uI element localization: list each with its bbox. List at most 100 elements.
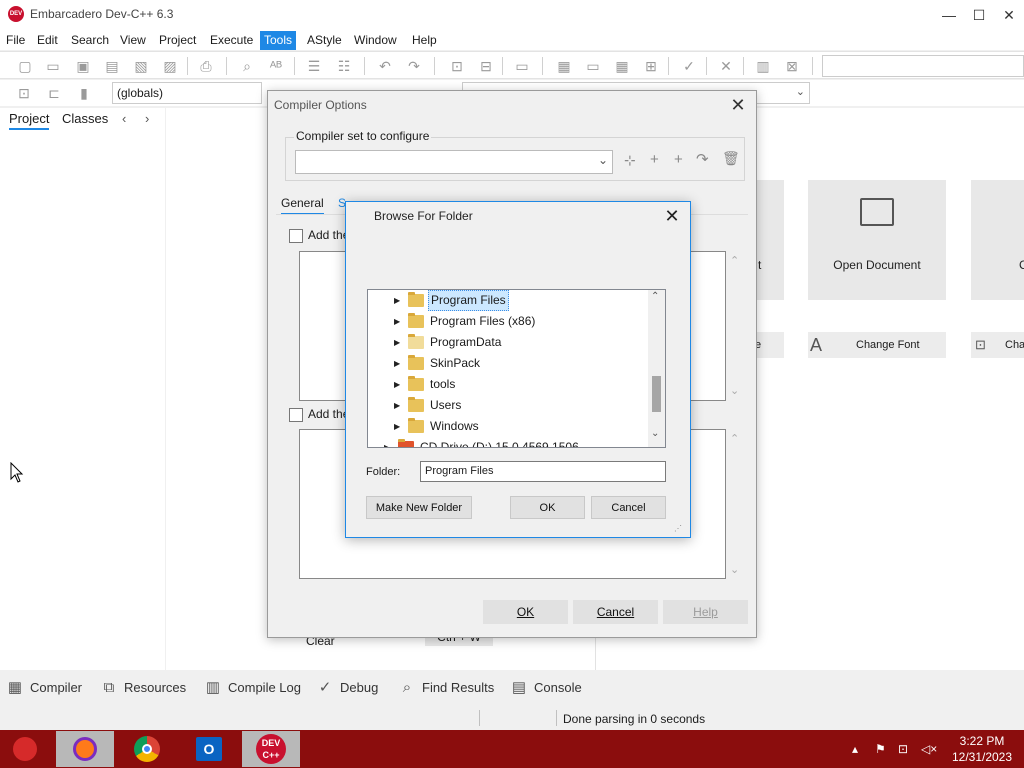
insert-icon[interactable]: ⊡ [15,84,33,102]
print-icon[interactable]: ⎙ [197,57,215,75]
profile-icon[interactable]: ▥ [754,57,772,75]
rebuild-icon[interactable]: ⊞ [642,57,660,75]
remove-project-icon[interactable]: ⊟ [477,57,495,75]
tab-general[interactable]: General [281,196,324,215]
bookmark-icon[interactable]: ⊏ [45,84,63,102]
menu-window[interactable]: Window [350,31,401,50]
maximize-button[interactable]: ☐ [962,0,996,30]
start-button[interactable] [0,731,50,767]
clock[interactable]: 3:22 PM 12/31/2023 [950,733,1014,765]
new-file-icon[interactable]: ▢ [16,57,34,75]
undo-icon[interactable]: ↶ [376,57,394,75]
scroll-down-icon[interactable]: ⌄ [730,563,739,576]
folder-tree[interactable]: ▶ Program Files ▶ Program Files (x86) ▶ … [367,289,666,448]
menu-astyle[interactable]: AStyle [303,31,346,50]
globals-select[interactable]: (globals) [112,82,262,104]
network-icon[interactable]: ⊡ [898,742,908,756]
rename-icon[interactable]: ↷ [696,150,709,168]
chevron-right-icon[interactable]: › [145,111,149,126]
expand-icon[interactable]: ▶ [394,395,400,416]
tree-item[interactable]: ▶ Program Files [368,290,652,311]
devcpp-taskbar-button[interactable]: DEV C++ [242,731,300,767]
tree-item[interactable]: ▶ Users [368,395,652,416]
tab-console[interactable]: ▤ Console [508,678,582,698]
chrome-taskbar-button[interactable] [118,731,176,767]
make-new-folder-button[interactable]: Make New Folder [366,496,472,519]
scrollbar-thumb[interactable] [652,376,661,412]
tree-item[interactable]: ▶ Program Files (x86) [368,311,652,332]
unindent-icon[interactable]: ☷ [335,57,353,75]
find-icon[interactable]: ⌕ [238,57,256,75]
add-icon[interactable]: + [650,151,659,168]
add-folder-icon[interactable]: + [674,151,683,168]
goto-bookmark-icon[interactable]: ▮ [75,84,93,102]
firefox-taskbar-button[interactable] [56,731,114,767]
open-folder-icon[interactable]: ▭ [44,57,62,75]
scroll-up-icon[interactable]: ⌃ [730,254,739,267]
tree-scrollbar[interactable]: ⌃ ⌄ [648,290,665,447]
comment-icon[interactable]: ▭ [513,57,531,75]
compile-run-icon[interactable]: ▦ [613,57,631,75]
compile-icon[interactable]: ▦ [555,57,573,75]
welcome-card-partial[interactable]: t [756,180,784,300]
tree-item[interactable]: ▶ SkinPack [368,353,652,374]
close-button[interactable]: ✕ [992,0,1024,30]
menu-file[interactable]: File [2,31,29,50]
ok-button[interactable]: OK [483,600,568,624]
tab-compiler[interactable]: ▦ Compiler [4,678,82,698]
menu-project[interactable]: Project [155,31,200,50]
cancel-button[interactable]: Cancel [591,496,666,519]
menu-help[interactable]: Help [408,31,441,50]
indent-icon[interactable]: ☰ [305,57,323,75]
flag-icon[interactable]: ⚑ [875,742,886,756]
save-all-icon[interactable]: ▤ [103,57,121,75]
menu-execute[interactable]: Execute [206,31,257,50]
tree-item[interactable]: ▶ ProgramData [368,332,652,353]
outlook-taskbar-button[interactable]: O [180,731,238,767]
welcome-card-right[interactable]: C [971,180,1024,300]
new-project-icon[interactable]: ⊡ [448,57,466,75]
tab-debug[interactable]: ✓ Debug [314,678,379,698]
expand-icon[interactable]: ▶ [394,290,400,311]
scroll-up-icon[interactable]: ⌃ [730,432,739,445]
menu-view[interactable]: View [116,31,150,50]
expand-icon[interactable]: ▶ [394,416,400,437]
compiler-select[interactable] [822,55,1024,77]
show-hidden-icons-icon[interactable]: ▴ [852,742,858,756]
scroll-up-icon[interactable]: ⌃ [651,291,659,302]
scroll-down-icon[interactable]: ⌄ [730,384,739,397]
add-compiler-set-icon[interactable]: ⊹ [624,152,636,169]
tree-item[interactable]: ▶ Windows [368,416,652,437]
expand-icon[interactable]: ▶ [394,374,400,395]
tab-find-results[interactable]: ⌕ Find Results [396,678,494,698]
tab-resources[interactable]: ⧉ Resources [98,678,187,698]
scroll-down-icon[interactable]: ⌄ [651,428,659,439]
menu-edit[interactable]: Edit [33,31,62,50]
resize-grip-icon[interactable]: ⋰ [674,524,682,533]
add-commands-compiler-checkbox[interactable] [289,229,303,243]
expand-icon[interactable]: ▶ [384,437,390,447]
replace-icon[interactable]: ᴬᴮ [267,57,285,75]
cancel-button[interactable]: Cancel [573,600,658,624]
help-button[interactable]: Help [663,600,748,624]
save-icon[interactable]: ▣ [74,57,92,75]
folder-input[interactable]: Program Files [420,461,666,482]
expand-icon[interactable]: ▶ [394,311,400,332]
tab-compile-log[interactable]: ▥ Compile Log [202,678,301,698]
volume-muted-icon[interactable]: ◁× [921,742,937,756]
tab-project[interactable]: Project [9,111,50,130]
syntax-check-icon[interactable]: ✓ [680,57,698,75]
delete-profile-icon[interactable]: ⊠ [783,57,801,75]
redo-icon[interactable]: ↷ [405,57,423,75]
trash-icon[interactable]: 🗑 [722,150,740,167]
tab-classes[interactable]: Classes [62,111,108,126]
tree-item[interactable]: ▶ CD Drive (D:) 15.0.4569.1506 [368,437,652,447]
change-font-card[interactable]: A Change Font [808,332,946,358]
expand-icon[interactable]: ▶ [394,332,400,353]
close-file-icon[interactable]: ▧ [132,57,150,75]
compiler-set-combo[interactable]: ⌄ [295,150,613,174]
run-icon[interactable]: ▭ [584,57,602,75]
stop-icon[interactable]: ✕ [717,57,735,75]
change-card-right[interactable]: ⊡ Cha [971,332,1024,358]
open-document-card[interactable]: Open Document [808,180,946,300]
